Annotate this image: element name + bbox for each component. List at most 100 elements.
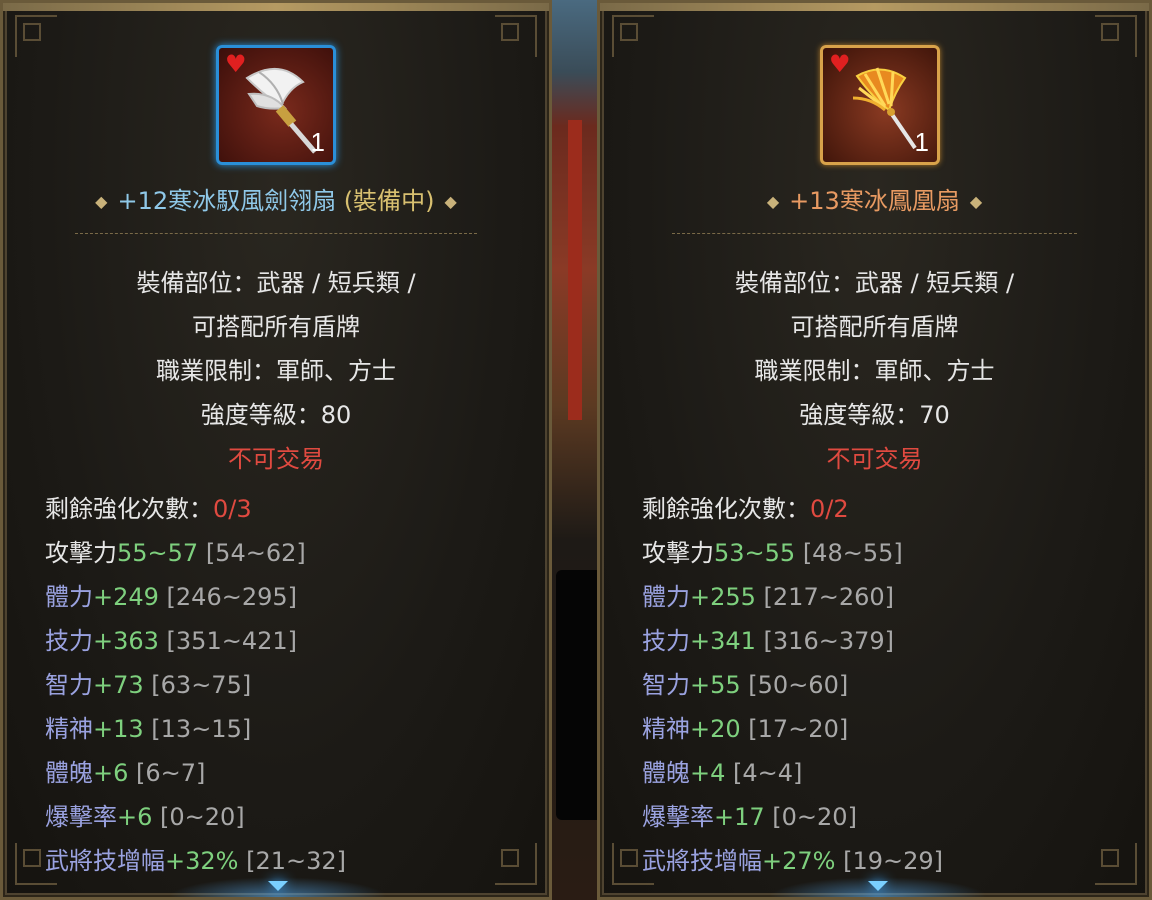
chevron-down-icon[interactable] [268,881,288,891]
stat-list: 剩餘強化次數：0/2 攻擊力53~55 [48~55] 體力+255 [217~… [642,487,943,883]
stat-value: 55~57 [117,539,199,567]
equip-slot-line: 裝備部位：武器 / 短兵類 / [734,269,1015,297]
stat-label: 智力 [45,671,93,699]
stat-row-vitality: 體力+255 [217~260] [642,575,943,619]
item-name: +13寒冰鳳凰扇 [789,187,960,215]
stat-value: +73 [93,671,144,699]
stat-row-intellect: 智力+55 [50~60] [642,663,943,707]
stat-row-spirit: 精神+13 [13~15] [45,707,346,751]
untradable-label: 不可交易 [826,445,923,473]
stat-label: 剩餘強化次數： [642,495,810,523]
enhance-level: 強度等級：80 [200,401,352,429]
item-info: 裝備部位：武器 / 短兵類 / 可搭配所有盾牌 職業限制：軍師、方士 強度等級：… [600,261,1149,481]
stat-row-attack: 攻擊力53~55 [48~55] [642,531,943,575]
stat-value: 0/2 [810,495,849,523]
stat-row-vitality: 體力+249 [246~295] [45,575,346,619]
stat-value: +255 [690,583,756,611]
heart-icon: ♥ [225,50,247,78]
stat-range: [4~4] [725,759,803,787]
item-name: +12寒冰馭風劍翎扇 [117,187,337,215]
diamond-icon: ◆ [444,192,457,211]
compare-item-tooltip: ♥ 1 ◆ +13寒冰鳳凰扇 ◆ 裝備部位：武器 / 短兵類 / 可搭配所有盾牌 職… [597,0,1152,900]
stat-label: 體魄 [642,759,690,787]
item-quantity: 1 [914,127,929,157]
stat-value: 0/3 [213,495,252,523]
shield-compat-line: 可搭配所有盾牌 [790,313,959,341]
item-title: ◆ +13寒冰鳳凰扇 ◆ [600,183,1149,220]
stat-range: [0~20] [152,803,245,831]
stat-row-crit: 爆擊率+17 [0~20] [642,795,943,839]
corner-ornament [612,15,654,57]
stat-label: 攻擊力 [642,539,714,567]
stat-label: 體魄 [45,759,93,787]
equipped-tag: (裝備中) [343,187,435,215]
stat-value: +13 [93,715,144,743]
stat-range: [21~32] [238,847,346,875]
item-icon-slot[interactable]: ♥ 1 [820,45,940,165]
class-restriction: 職業限制：軍師、方士 [156,357,396,385]
stat-label: 精神 [642,715,690,743]
class-restriction: 職業限制：軍師、方士 [754,357,995,385]
untradable-label: 不可交易 [228,445,324,473]
stat-value: +249 [93,583,159,611]
corner-ornament [495,15,537,57]
stat-row-crit: 爆擊率+6 [0~20] [45,795,346,839]
stat-label: 智力 [642,671,690,699]
stat-label: 武將技增幅 [642,847,762,875]
equipped-item-tooltip: ♥ 1 ◆ +12寒冰馭風劍翎扇 (裝備中) ◆ 裝備部位：武器 / 短兵類 / 可… [0,0,552,900]
stat-label: 體力 [642,583,690,611]
stat-value: +27% [762,847,836,875]
stat-row-attack: 攻擊力55~57 [54~62] [45,531,346,575]
tooltip-top-border [3,3,549,11]
stat-range: [217~260] [755,583,895,611]
scene-pillar [568,120,582,420]
stat-label: 技力 [642,627,690,655]
diamond-icon: ◆ [969,192,983,211]
title-divider [75,233,477,234]
diamond-icon: ◆ [766,192,780,211]
stat-value: +55 [690,671,741,699]
title-divider [672,233,1077,234]
item-quantity: 1 [310,127,325,157]
stat-value: 53~55 [714,539,796,567]
stat-label: 攻擊力 [45,539,117,567]
stat-label: 精神 [45,715,93,743]
stat-range: [48~55] [795,539,903,567]
remaining-enhance-row: 剩餘強化次數：0/3 [45,487,346,531]
stat-range: [63~75] [143,671,252,699]
stat-row-skill: 技力+363 [351~421] [45,619,346,663]
corner-ornament [1095,843,1137,885]
stat-label: 武將技增幅 [45,847,165,875]
stat-value: +32% [165,847,239,875]
equip-slot-line: 裝備部位：武器 / 短兵類 / [136,269,416,297]
stat-value: +20 [690,715,741,743]
chevron-down-icon[interactable] [868,881,888,891]
stat-row-skill: 技力+341 [316~379] [642,619,943,663]
stat-range: [316~379] [755,627,895,655]
stat-label: 剩餘強化次數： [45,495,213,523]
stat-row-intellect: 智力+73 [63~75] [45,663,346,707]
stat-row-physique: 體魄+4 [4~4] [642,751,943,795]
stat-range: [6~7] [128,759,206,787]
stat-range: [13~15] [143,715,252,743]
stat-value: +341 [690,627,756,655]
stat-label: 爆擊率 [642,803,714,831]
stat-value: +6 [93,759,129,787]
tooltip-top-border [600,3,1149,11]
remaining-enhance-row: 剩餘強化次數：0/2 [642,487,943,531]
stat-range: [351~421] [158,627,298,655]
shield-compat-line: 可搭配所有盾牌 [192,313,360,341]
stat-value: +6 [117,803,153,831]
stat-range: [19~29] [835,847,943,875]
corner-ornament [15,15,57,57]
stat-value: +363 [93,627,159,655]
stat-row-physique: 體魄+6 [6~7] [45,751,346,795]
item-icon-slot[interactable]: ♥ 1 [216,45,336,165]
item-info: 裝備部位：武器 / 短兵類 / 可搭配所有盾牌 職業限制：軍師、方士 強度等級：… [3,261,549,481]
stat-range: [0~20] [764,803,857,831]
stat-range: [50~60] [740,671,849,699]
stat-label: 爆擊率 [45,803,117,831]
stat-range: [246~295] [158,583,298,611]
enhance-level: 強度等級：70 [799,401,950,429]
heart-icon: ♥ [829,50,851,78]
